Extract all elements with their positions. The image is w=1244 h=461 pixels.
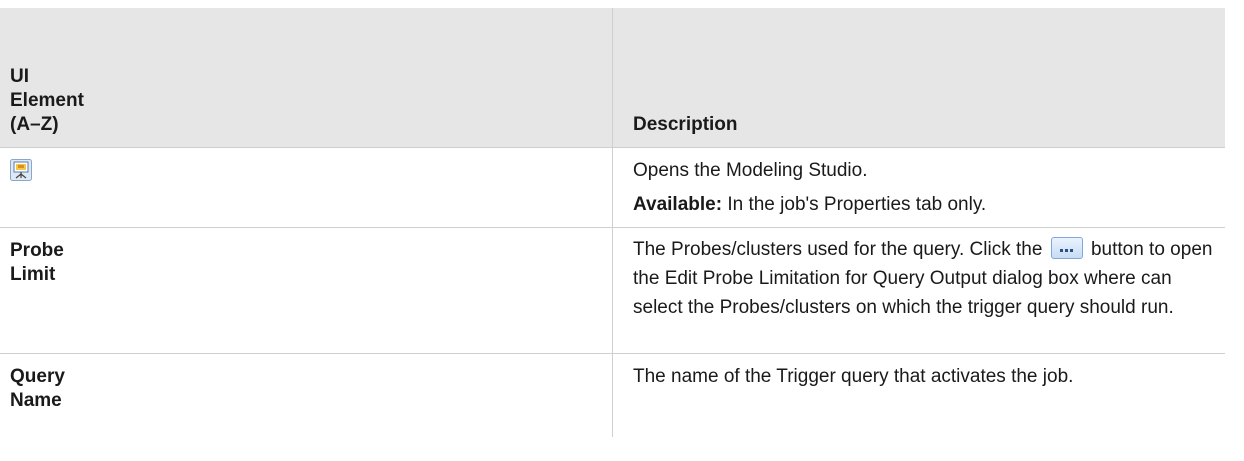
table-row: Opens the Modeling Studio. Available: In… — [0, 147, 1225, 228]
table-header-row: UI Element (A–Z) Description — [0, 8, 1225, 148]
ui-elements-table: UI Element (A–Z) Description Opens the M… — [0, 8, 1225, 437]
header-ui-element-line-3: (A–Z) — [10, 114, 59, 135]
description-text: Opens the Modeling Studio. — [633, 160, 868, 181]
available-label: Available: — [633, 194, 723, 215]
element-label-probe-limit: Probe Limit — [10, 228, 612, 287]
element-label-query-name: Query Name — [10, 354, 612, 413]
element-label-line-2: Name — [10, 390, 62, 411]
header-ui-element: UI Element (A–Z) — [0, 8, 613, 148]
element-label-line-1: Probe — [10, 240, 64, 261]
element-label-line-1: Query — [10, 366, 65, 387]
description-text: The Probes/clusters used for the query. … — [633, 235, 1225, 322]
description-text: The name of the Trigger query that activ… — [633, 366, 1074, 387]
table-row: Query Name The name of the Trigger query… — [0, 353, 1226, 438]
element-cell — [0, 147, 613, 228]
header-description: Description — [612, 8, 1225, 148]
element-label-line-2: Limit — [10, 264, 56, 285]
description-cell: Opens the Modeling Studio. Available: In… — [612, 147, 1225, 228]
availability-note: Available: In the job's Properties tab o… — [633, 193, 1225, 217]
header-ui-element-line-1: UI — [10, 66, 29, 87]
element-cell: Query Name — [0, 353, 613, 437]
description-before: The Probes/clusters used for the query. … — [633, 239, 1048, 260]
description-cell: The name of the Trigger query that activ… — [613, 354, 1226, 438]
ellipsis-button-icon — [1050, 237, 1083, 259]
available-text: In the job's Properties tab only. — [722, 194, 987, 215]
header-ui-element-line-2: Element — [10, 90, 84, 111]
table-row: Probe Limit The Probes/clusters used for… — [0, 227, 1225, 354]
modeling-studio-icon — [10, 159, 32, 181]
description-cell: The Probes/clusters used for the query. … — [612, 227, 1225, 354]
element-cell: Probe Limit — [0, 227, 613, 354]
